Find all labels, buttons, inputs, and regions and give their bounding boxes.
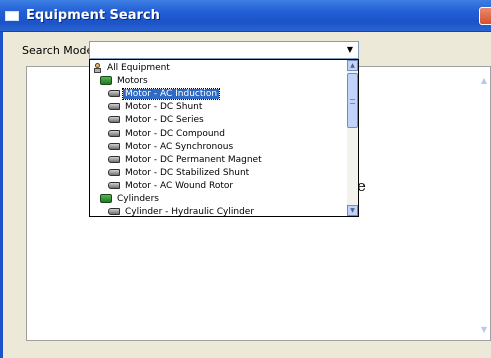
dropdown-item-label: Motor - AC Synchronous: [125, 141, 234, 152]
dropdown-item[interactable]: Motor - DC Permanent Magnet: [108, 154, 264, 167]
dropdown-item-label: Motor - DC Compound: [125, 128, 225, 139]
equipment-icon: [108, 155, 120, 163]
dropdown-item[interactable]: Motor - DC Series: [108, 114, 206, 127]
equipment-icon: [108, 181, 120, 189]
dropdown-item[interactable]: All Equipment: [93, 62, 172, 75]
scroll-grip-icon: [350, 99, 355, 104]
dropdown-item-label: Motor - AC Wound Rotor: [125, 180, 234, 191]
equipment-icon: [108, 116, 120, 124]
dropdown-item-label: Motor - AC Induction: [121, 88, 221, 101]
dropdown-item-label: Motor - DC Permanent Magnet: [125, 154, 262, 165]
category-icon: [100, 76, 112, 86]
equipment-icon: [108, 90, 120, 98]
dropdown-item-label: Motor - DC Shunt: [125, 102, 203, 113]
dropdown-scroll-up-icon[interactable]: ▲: [347, 60, 358, 71]
equipment-icon: [108, 103, 120, 111]
dropdown-item-label: Motor - DC Series: [125, 115, 204, 126]
dropdown-item-label: All Equipment: [107, 63, 170, 73]
equipment-icon: [108, 208, 120, 216]
dropdown-item-label: Cylinder - Hydraulic Cylinder: [125, 207, 255, 218]
results-scroll-up-icon[interactable]: ▲: [478, 74, 490, 88]
title-bar[interactable]: Equipment Search: [0, 0, 491, 32]
dropdown-item[interactable]: Cylinder - Hydraulic Cylinder: [108, 206, 256, 219]
dropdown-item[interactable]: Motors: [100, 75, 150, 88]
dropdown-item[interactable]: Motor - AC Induction: [108, 88, 221, 101]
search-mode-combobox[interactable]: ▼: [89, 41, 359, 59]
dropdown-item-label: Cylinders: [117, 194, 159, 204]
dropdown-item-label: Motors: [117, 76, 148, 87]
dropdown-item[interactable]: Motor - AC Wound Rotor: [108, 180, 235, 193]
category-icon: [100, 194, 112, 203]
equipment-icon: [108, 129, 120, 137]
close-button[interactable]: [479, 7, 491, 25]
dropdown-arrow-icon[interactable]: ▼: [343, 43, 357, 57]
dropdown-item-label: Motor - DC Stabilized Shunt: [125, 167, 250, 178]
dropdown-item[interactable]: Motor - DC Shunt: [108, 101, 204, 114]
window-icon: [5, 11, 19, 21]
results-scroll-down-icon[interactable]: ▼: [478, 323, 490, 337]
dropdown-item[interactable]: Cylinders: [100, 193, 161, 206]
dropdown-item[interactable]: Motor - AC Synchronous: [108, 141, 235, 154]
window-title: Equipment Search: [26, 8, 160, 23]
person-icon: [93, 62, 102, 73]
dropdown-item[interactable]: Motor - DC Stabilized Shunt: [108, 167, 251, 180]
dropdown-scroll-down-icon[interactable]: ▼: [347, 205, 358, 216]
equipment-icon: [108, 142, 120, 150]
dropdown-item[interactable]: Motor - DC Compound: [108, 128, 227, 141]
equipment-icon: [108, 168, 120, 176]
search-mode-label: Search Mode: [22, 44, 94, 57]
